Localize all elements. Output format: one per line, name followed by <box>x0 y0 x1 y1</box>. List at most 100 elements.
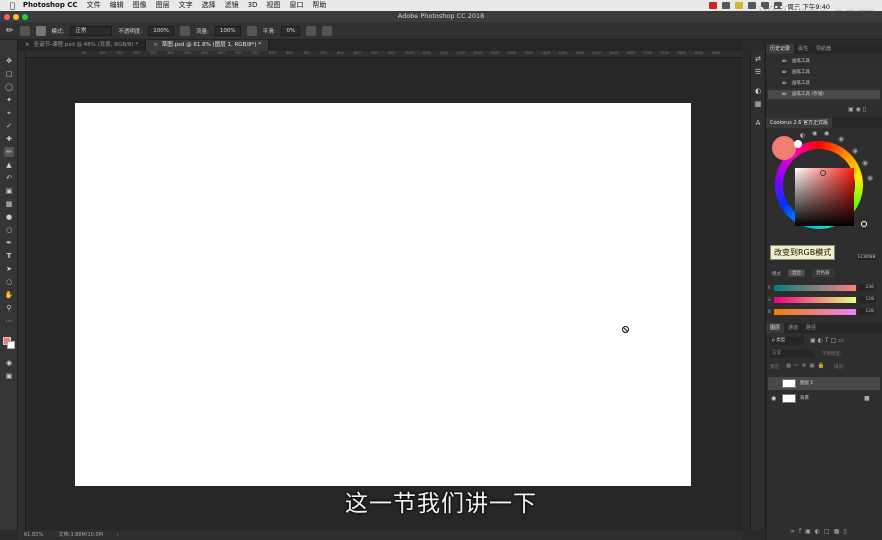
red-channel-value[interactable]: 236 <box>858 284 876 291</box>
mask-icon[interactable]: ▣ <box>805 528 815 535</box>
hue-handle-icon[interactable] <box>861 221 867 227</box>
link-icon[interactable]: ∞ <box>790 528 799 535</box>
zoom-tool-icon[interactable]: ⚲ <box>4 303 14 313</box>
pressure-opacity-icon[interactable] <box>180 25 190 36</box>
menu-layer[interactable]: 图层 <box>156 0 170 11</box>
snapshot-icon[interactable]: ▣ <box>848 106 854 113</box>
doc-size[interactable]: 文档:3.88M/10.0M <box>59 532 103 538</box>
menu-3d[interactable]: 3D <box>248 0 258 11</box>
menu-filter[interactable]: 滤镜 <box>225 0 239 11</box>
layer-filter-select[interactable]: ρ 类型 <box>770 337 804 345</box>
pressure-size-icon[interactable] <box>322 25 333 36</box>
minimize-window-icon[interactable] <box>13 14 19 20</box>
mode-select[interactable]: 正常 <box>70 25 113 36</box>
opacity-input[interactable]: 100% <box>148 25 174 36</box>
background-color-swatch[interactable] <box>7 341 15 349</box>
apple-icon[interactable]:  <box>10 0 15 11</box>
layer-filter-icons[interactable]: ▣◐T□▭ <box>810 337 846 344</box>
menu-app-name[interactable]: Photoshop CC <box>23 0 78 11</box>
wheel-option-icon[interactable]: ◉ <box>852 147 858 155</box>
color-panel-icon[interactable]: ◐ <box>754 87 762 95</box>
tab-christmas-doc[interactable]: × 圣诞节-课程.psd @ 48% (背景, RGB/8) * <box>18 40 147 51</box>
hex-value[interactable]: EC8088 <box>857 255 877 260</box>
document-canvas[interactable] <box>75 103 691 486</box>
menu-help[interactable]: 帮助 <box>312 0 326 11</box>
close-window-icon[interactable] <box>4 14 10 20</box>
quick-mask-icon[interactable]: ◉ <box>4 358 14 368</box>
menu-view[interactable]: 视图 <box>266 0 280 11</box>
menu-type[interactable]: 文字 <box>179 0 193 11</box>
saturation-value-square[interactable] <box>795 168 854 226</box>
history-item[interactable]: ✏ 画笔工具 (存储) <box>768 90 880 100</box>
hand-tool-icon[interactable]: ✋ <box>4 290 14 300</box>
brush-preset-icon[interactable] <box>19 25 30 36</box>
tab-coolorus[interactable]: Coolorus 2.6 官方正式版 <box>766 118 833 128</box>
color-picker-handle-icon[interactable] <box>820 170 826 176</box>
zoom-window-icon[interactable] <box>22 14 28 20</box>
lock-icons[interactable]: ▦✏✥▣🔒 <box>786 363 827 369</box>
wheel-option-icon[interactable]: ◉ <box>824 130 829 137</box>
lasso-tool-icon[interactable]: ◯ <box>4 82 14 92</box>
mixer-button[interactable]: 混色器 <box>812 269 834 277</box>
history-item[interactable]: ✏ 画笔工具 <box>768 57 880 67</box>
quick-select-tool-icon[interactable]: ✦ <box>4 95 14 105</box>
smooth-settings-icon[interactable] <box>306 25 317 36</box>
gradient-tool-icon[interactable]: ▩ <box>4 199 14 209</box>
tab-layers[interactable]: 图层 <box>766 323 785 333</box>
tab-properties[interactable]: 属性 <box>794 44 812 54</box>
adjustment-icon[interactable]: ◐ <box>815 528 824 535</box>
marquee-tool-icon[interactable]: □ <box>4 69 14 79</box>
tab-paths[interactable]: 路径 <box>802 323 820 333</box>
tab-sketch-doc[interactable]: × 草图.psd @ 61.8% (图层 1, RGB/8*) * <box>146 40 270 51</box>
menu-image[interactable]: 图像 <box>133 0 147 11</box>
camera-icon[interactable]: ◉ <box>856 106 861 113</box>
brush-tool-icon[interactable]: ✏ <box>4 147 14 157</box>
pen-tool-icon[interactable]: ✒ <box>4 238 14 248</box>
history-item[interactable]: ✏ 画笔工具 <box>768 68 880 78</box>
eyedropper-tool-icon[interactable]: ✓ <box>4 121 14 131</box>
menu-window[interactable]: 窗口 <box>289 0 303 11</box>
type-tool-icon[interactable]: T <box>4 251 14 261</box>
menu-edit[interactable]: 编辑 <box>110 0 124 11</box>
tab-channels[interactable]: 通道 <box>784 323 802 333</box>
zoom-level[interactable]: 61.82% <box>24 532 43 538</box>
character-panel-icon[interactable]: A <box>754 119 762 127</box>
close-tab-icon[interactable]: × <box>153 42 158 48</box>
status-icon[interactable] <box>735 2 744 9</box>
path-select-tool-icon[interactable]: ➤ <box>4 264 14 274</box>
green-channel-value[interactable]: 128 <box>858 296 876 303</box>
history-item[interactable]: ✏ 画笔工具 <box>768 79 880 89</box>
layer-row[interactable]: ◉ 背景 ■ <box>768 392 880 405</box>
wheel-option-icon[interactable]: ◉ <box>862 159 868 167</box>
wheel-option-icon[interactable]: ◉ <box>812 130 817 137</box>
blur-tool-icon[interactable]: ● <box>4 212 14 222</box>
brush-icon[interactable]: ✏ <box>6 26 14 36</box>
menu-file[interactable]: 文件 <box>87 0 101 11</box>
shape-tool-icon[interactable]: ○ <box>4 277 14 287</box>
smooth-input[interactable]: 0% <box>281 25 301 36</box>
flow-input[interactable]: 100% <box>214 25 241 36</box>
wifi-icon[interactable] <box>748 2 757 9</box>
wheel-option-icon[interactable]: ◉ <box>867 174 873 182</box>
close-tab-icon[interactable]: × <box>25 42 30 48</box>
blue-channel-value[interactable]: 128 <box>858 308 876 315</box>
tab-navigator[interactable]: 导航器 <box>812 44 835 54</box>
blue-channel-slider[interactable] <box>774 309 856 315</box>
crop-tool-icon[interactable]: ⌖ <box>4 108 14 118</box>
current-color-swatch[interactable] <box>772 136 796 160</box>
healing-tool-icon[interactable]: ✚ <box>4 134 14 144</box>
layer-name[interactable]: 图层 1 <box>800 377 813 390</box>
record-icon[interactable] <box>709 2 718 9</box>
green-channel-slider[interactable] <box>774 297 856 303</box>
tab-history[interactable]: 历史记录 <box>766 44 795 54</box>
dodge-tool-icon[interactable]: ○ <box>4 225 14 235</box>
trash-icon[interactable]: ▯ <box>843 528 850 535</box>
move-tool-icon[interactable]: ✥ <box>4 56 14 66</box>
wheel-option-icon[interactable]: ◉ <box>838 135 844 143</box>
wheel-mode-icon[interactable]: ◐ <box>800 132 805 139</box>
history-panel-icon[interactable]: ⇄ <box>754 55 762 63</box>
layer-row[interactable]: 图层 1 <box>768 377 880 390</box>
menu-select[interactable]: 选择 <box>202 0 216 11</box>
layer-name[interactable]: 背景 <box>800 392 809 405</box>
previous-color-swatch[interactable] <box>794 140 802 148</box>
